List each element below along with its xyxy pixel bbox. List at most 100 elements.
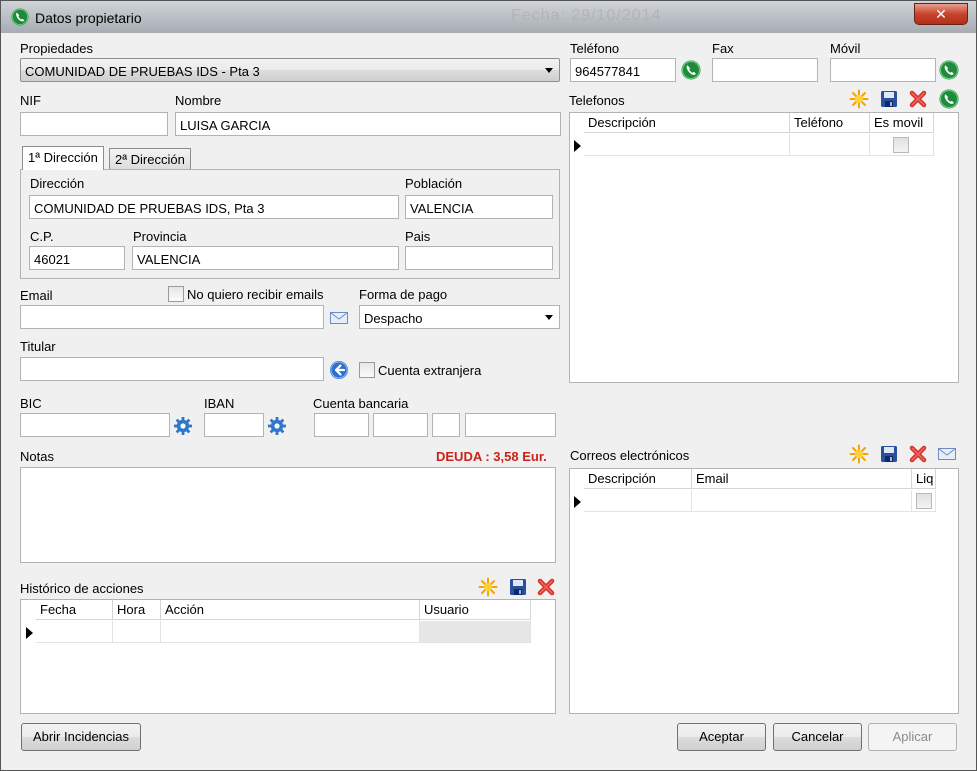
historico-col-accion[interactable]: Acción (161, 600, 420, 620)
pais-label: Pais (405, 229, 431, 244)
cuenta-extranjera-checkbox[interactable] (359, 362, 375, 378)
nombre-label: Nombre (175, 93, 222, 108)
new-star-icon[interactable] (849, 89, 869, 109)
table-cell[interactable] (584, 134, 790, 156)
es-movil-checkbox[interactable] (893, 137, 909, 153)
table-cell[interactable] (161, 621, 420, 643)
delete-x-icon[interactable] (908, 444, 928, 464)
cuenta-bancaria-label: Cuenta bancaria (313, 396, 409, 411)
historico-col-hora[interactable]: Hora (113, 600, 161, 620)
liq-checkbox[interactable] (916, 493, 932, 509)
titular-input[interactable] (20, 357, 324, 381)
nombre-input[interactable]: LUISA GARCIA (175, 112, 561, 136)
correos-col-descripcion[interactable]: Descripción (584, 469, 692, 489)
telefonos-grid[interactable]: Descripción Teléfono Es movil (569, 112, 959, 383)
historico-label: Histórico de acciones (20, 581, 144, 596)
phone-icon[interactable] (681, 60, 701, 80)
background-date-text: Fecha: 29/10/2014 (511, 7, 662, 24)
tab-2a-direccion[interactable]: 2ª Dirección (109, 148, 191, 170)
no-emails-checkbox[interactable] (168, 286, 184, 302)
poblacion-label: Población (405, 176, 463, 191)
abrir-incidencias-button[interactable]: Abrir Incidencias (21, 723, 141, 751)
row-indicator-icon (574, 496, 581, 508)
row-indicator-icon (574, 140, 581, 152)
phone-icon[interactable] (939, 89, 959, 109)
notas-textarea[interactable] (20, 467, 556, 563)
propiedades-select[interactable]: COMUNIDAD DE PRUEBAS IDS - Pta 3 (20, 58, 560, 82)
close-button[interactable]: ✕ (914, 3, 968, 25)
cuenta-oficina-input[interactable] (373, 413, 428, 437)
cuenta-entidad-input[interactable] (314, 413, 369, 437)
nif-input[interactable] (20, 112, 168, 136)
save-disk-icon[interactable] (508, 577, 528, 597)
deuda-text: DEUDA : 3,58 Eur. (436, 449, 547, 464)
forma-pago-select[interactable]: Despacho (359, 305, 560, 329)
cancelar-button[interactable]: Cancelar (773, 723, 862, 751)
tab-1a-direccion[interactable]: 1ª Dirección (22, 146, 104, 170)
phone-icon[interactable] (939, 60, 959, 80)
pais-input[interactable] (405, 246, 553, 270)
table-cell[interactable] (584, 490, 692, 512)
iban-input[interactable] (204, 413, 264, 437)
delete-x-icon[interactable] (908, 89, 928, 109)
telefonos-col-telefono[interactable]: Teléfono (790, 113, 870, 133)
cuenta-dc-input[interactable] (432, 413, 460, 437)
provincia-input[interactable]: VALENCIA (132, 246, 399, 270)
save-disk-icon[interactable] (879, 444, 899, 464)
phone-icon (11, 8, 29, 26)
new-star-icon[interactable] (849, 444, 869, 464)
title-bar[interactable]: Fecha: 29/10/2014 Datos propietario ✕ (1, 1, 976, 33)
new-star-icon[interactable] (478, 577, 498, 597)
telefono-input[interactable]: 964577841 (570, 58, 676, 82)
gear-icon[interactable] (267, 416, 287, 436)
no-emails-label: No quiero recibir emails (187, 287, 324, 302)
table-cell[interactable] (113, 621, 161, 643)
poblacion-input[interactable]: VALENCIA (405, 195, 553, 219)
bic-input[interactable] (20, 413, 170, 437)
correos-label: Correos electrónicos (570, 448, 690, 463)
movil-input[interactable] (830, 58, 936, 82)
cuenta-numero-input[interactable] (465, 413, 556, 437)
telefonos-col-es-movil[interactable]: Es movil (870, 113, 934, 133)
datos-propietario-window: Fecha: 29/10/2014 Datos propietario ✕ Pr… (0, 0, 977, 771)
historico-grid[interactable]: Fecha Hora Acción Usuario (20, 599, 556, 714)
fax-label: Fax (712, 41, 734, 56)
correos-col-liq[interactable]: Liq (912, 469, 936, 489)
window-title: Datos propietario (35, 10, 142, 26)
historico-col-fecha[interactable]: Fecha (36, 600, 113, 620)
mail-icon[interactable] (329, 308, 349, 328)
save-disk-icon[interactable] (879, 89, 899, 109)
table-cell[interactable] (420, 621, 531, 643)
cp-input[interactable]: 46021 (29, 246, 125, 270)
gear-icon[interactable] (173, 416, 193, 436)
row-indicator-icon (26, 627, 33, 639)
direccion-group: Dirección COMUNIDAD DE PRUEBAS IDS, Pta … (20, 169, 560, 279)
titular-label: Titular (20, 339, 56, 354)
cuenta-extranjera-label: Cuenta extranjera (378, 363, 482, 378)
nif-label: NIF (20, 93, 41, 108)
propiedades-value: COMUNIDAD DE PRUEBAS IDS - Pta 3 (25, 64, 260, 79)
direccion-input[interactable]: COMUNIDAD DE PRUEBAS IDS, Pta 3 (29, 195, 399, 219)
correos-col-email[interactable]: Email (692, 469, 912, 489)
email-input[interactable] (20, 305, 324, 329)
direccion-label: Dirección (30, 176, 85, 191)
correos-grid[interactable]: Descripción Email Liq (569, 468, 959, 714)
telefonos-col-descripcion[interactable]: Descripción (584, 113, 790, 133)
cp-label: C.P. (30, 229, 54, 244)
aceptar-button[interactable]: Aceptar (677, 723, 766, 751)
fax-input[interactable] (712, 58, 818, 82)
back-arrow-icon[interactable] (329, 360, 349, 380)
provincia-label: Provincia (133, 229, 187, 244)
historico-col-usuario[interactable]: Usuario (420, 600, 531, 620)
bic-label: BIC (20, 396, 42, 411)
mail-icon[interactable] (937, 444, 957, 464)
table-cell[interactable] (790, 134, 870, 156)
delete-x-icon[interactable] (536, 577, 556, 597)
email-label: Email (20, 288, 53, 303)
table-cell[interactable] (692, 490, 912, 512)
aplicar-button[interactable]: Aplicar (868, 723, 957, 751)
propiedades-label: Propiedades (20, 41, 93, 56)
chevron-down-icon (545, 68, 553, 73)
table-cell[interactable] (36, 621, 113, 643)
iban-label: IBAN (204, 396, 235, 411)
